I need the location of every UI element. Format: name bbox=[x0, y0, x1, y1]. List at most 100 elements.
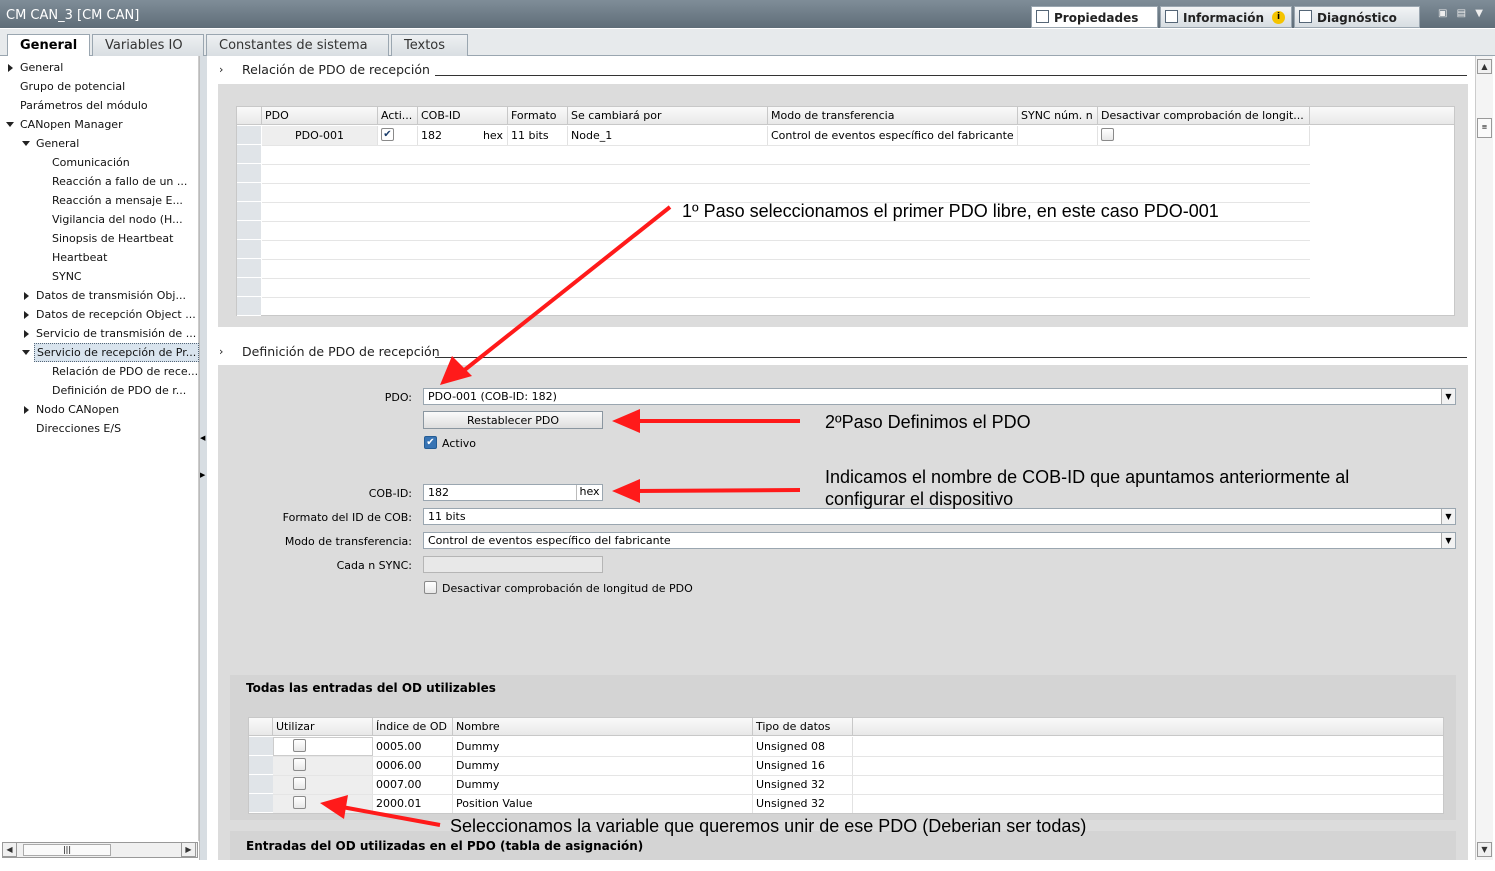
row-header[interactable] bbox=[237, 202, 261, 221]
row-header[interactable] bbox=[237, 164, 261, 183]
row-header[interactable] bbox=[237, 297, 261, 316]
col-data-type[interactable]: Tipo de datos bbox=[753, 718, 853, 736]
chevron-right-icon[interactable]: › bbox=[219, 345, 223, 358]
cell-use[interactable] bbox=[273, 737, 373, 756]
cell-sync-n[interactable] bbox=[1018, 126, 1098, 145]
row-header[interactable] bbox=[237, 183, 261, 202]
cell-pdo[interactable]: PDO-001 bbox=[262, 126, 378, 145]
cell-use[interactable] bbox=[273, 775, 373, 794]
row-header[interactable] bbox=[237, 221, 261, 240]
nav-horizontal-scrollbar[interactable]: ◀ ||| ▶ bbox=[2, 842, 198, 858]
tab-diagnostics[interactable]: Diagnóstico bbox=[1294, 6, 1420, 28]
nav-item-canopen-node[interactable]: Nodo CANopen bbox=[18, 400, 197, 419]
pane-splitter[interactable]: ◀ ▶ bbox=[199, 56, 207, 860]
col-replaced-by[interactable]: Se cambiará por bbox=[568, 107, 768, 125]
cell-cob-id[interactable]: 182 hex bbox=[418, 126, 508, 145]
row-header[interactable] bbox=[237, 259, 261, 278]
cell-od-index[interactable]: 0007.00 bbox=[373, 775, 453, 794]
nav-item-rx-pdo-definition[interactable]: Definición de PDO de r... bbox=[52, 381, 186, 400]
nav-item-rx-pdo-relation[interactable]: Relación de PDO de rece... bbox=[52, 362, 198, 381]
tab-properties[interactable]: Propiedades bbox=[1031, 6, 1158, 28]
use-checkbox[interactable] bbox=[293, 777, 306, 790]
nav-item-rx-service[interactable]: Servicio de recepción de Pr... bbox=[18, 343, 200, 362]
scroll-left-icon[interactable]: ◀ bbox=[2, 842, 17, 857]
cell-use[interactable] bbox=[273, 756, 373, 775]
scroll-thumb[interactable]: ≡ bbox=[1477, 118, 1492, 138]
reset-pdo-button[interactable]: Restablecer PDO bbox=[423, 411, 603, 429]
chevron-down-icon[interactable]: ▼ bbox=[1441, 509, 1455, 524]
col-cob-id[interactable]: COB-ID bbox=[418, 107, 508, 125]
tab-info[interactable]: Información i bbox=[1160, 6, 1292, 28]
nav-item-general[interactable]: General bbox=[2, 58, 197, 77]
col-name[interactable]: Nombre bbox=[453, 718, 753, 736]
chevron-down-icon[interactable]: ▼ bbox=[1441, 389, 1455, 404]
col-disable-length-check[interactable]: Desactivar comprobación de longit... bbox=[1098, 107, 1310, 125]
sync-n-input[interactable] bbox=[423, 556, 603, 573]
nav-item-rx-data[interactable]: Datos de recepción Object ... bbox=[18, 305, 197, 324]
cell-replaced-by[interactable]: Node_1 bbox=[568, 126, 768, 145]
cell-name[interactable]: Dummy bbox=[453, 756, 753, 775]
cell-format[interactable]: 11 bits bbox=[508, 126, 568, 145]
nav-item-canopen-manager[interactable]: CANopen Manager bbox=[2, 115, 197, 134]
nav-item-module-params[interactable]: Parámetros del módulo bbox=[20, 96, 148, 115]
main-vertical-scrollbar[interactable]: ▲ ≡ ▼ bbox=[1475, 56, 1493, 860]
cell-active[interactable]: ✔ bbox=[378, 126, 418, 145]
collapse-icon[interactable] bbox=[6, 122, 14, 127]
chevron-down-icon[interactable]: ▼ bbox=[1441, 533, 1455, 548]
col-od-index[interactable]: Índice de OD bbox=[373, 718, 453, 736]
disable-length-checkbox[interactable] bbox=[424, 581, 437, 594]
collapse-left-icon[interactable]: ◀ bbox=[200, 434, 205, 442]
window-controls[interactable]: ▣ ▤ ▼ bbox=[1438, 8, 1486, 19]
expand-icon[interactable] bbox=[24, 292, 29, 300]
active-checkbox[interactable]: ✔ bbox=[381, 128, 394, 141]
row-header[interactable] bbox=[237, 126, 261, 145]
use-checkbox[interactable] bbox=[293, 739, 306, 752]
row-header[interactable] bbox=[237, 278, 261, 297]
expand-icon[interactable] bbox=[24, 330, 29, 338]
col-use[interactable]: Utilizar bbox=[273, 718, 373, 736]
cell-data-type[interactable]: Unsigned 08 bbox=[753, 737, 853, 756]
use-checkbox[interactable] bbox=[293, 796, 306, 809]
cell-od-index[interactable]: 0006.00 bbox=[373, 756, 453, 775]
tab-system-constants[interactable]: Constantes de sistema bbox=[206, 34, 389, 56]
tab-texts[interactable]: Textos bbox=[391, 34, 468, 56]
col-active[interactable]: Acti... bbox=[378, 107, 418, 125]
col-transfer-mode[interactable]: Modo de transferencia bbox=[768, 107, 1018, 125]
nav-item-node-guarding[interactable]: Vigilancia del nodo (H... bbox=[52, 210, 183, 229]
nav-item-manager-general[interactable]: General bbox=[18, 134, 197, 153]
cell-name[interactable]: Position Value bbox=[453, 794, 753, 813]
nav-item-io-addresses[interactable]: Direcciones E/S bbox=[36, 419, 121, 438]
scroll-down-icon[interactable]: ▼ bbox=[1477, 842, 1492, 857]
cell-name[interactable]: Dummy bbox=[453, 775, 753, 794]
nav-item-communication[interactable]: Comunicación bbox=[52, 153, 130, 172]
nav-item-potential-group[interactable]: Grupo de potencial bbox=[20, 77, 125, 96]
row-header[interactable] bbox=[249, 756, 273, 775]
cell-data-type[interactable]: Unsigned 32 bbox=[753, 775, 853, 794]
row-header[interactable] bbox=[237, 145, 261, 164]
pdo-select[interactable]: PDO-001 (COB-ID: 182) ▼ bbox=[423, 388, 1456, 405]
active-checkbox[interactable]: ✔ bbox=[424, 436, 437, 449]
cell-data-type[interactable]: Unsigned 16 bbox=[753, 756, 853, 775]
section-header-definition[interactable]: › Definición de PDO de recepción bbox=[207, 341, 1467, 363]
nav-item-heartbeat-overview[interactable]: Sinopsis de Heartbeat bbox=[52, 229, 173, 248]
use-checkbox[interactable] bbox=[293, 758, 306, 771]
cell-disable-length-check[interactable] bbox=[1098, 126, 1310, 145]
cob-id-input[interactable]: 182 hex bbox=[423, 484, 603, 501]
cell-transfer-mode[interactable]: Control de eventos específico del fabric… bbox=[768, 126, 1018, 145]
nav-item-tx-data[interactable]: Datos de transmisión Obj... bbox=[18, 286, 197, 305]
col-sync-n[interactable]: SYNC núm. n bbox=[1018, 107, 1098, 125]
scroll-up-icon[interactable]: ▲ bbox=[1477, 59, 1492, 74]
scroll-thumb[interactable]: ||| bbox=[23, 844, 111, 856]
col-format[interactable]: Formato bbox=[508, 107, 568, 125]
tab-general[interactable]: General bbox=[7, 34, 90, 57]
row-header[interactable] bbox=[249, 775, 273, 794]
expand-icon[interactable] bbox=[24, 311, 29, 319]
nav-item-heartbeat[interactable]: Heartbeat bbox=[52, 248, 107, 267]
transfer-mode-select[interactable]: Control de eventos específico del fabric… bbox=[423, 532, 1456, 549]
disable-length-checkbox[interactable] bbox=[1101, 128, 1114, 141]
row-header[interactable] bbox=[249, 794, 273, 813]
format-select[interactable]: 11 bits ▼ bbox=[423, 508, 1456, 525]
cell-data-type[interactable]: Unsigned 32 bbox=[753, 794, 853, 813]
collapse-icon[interactable] bbox=[22, 141, 30, 146]
row-header[interactable] bbox=[237, 240, 261, 259]
